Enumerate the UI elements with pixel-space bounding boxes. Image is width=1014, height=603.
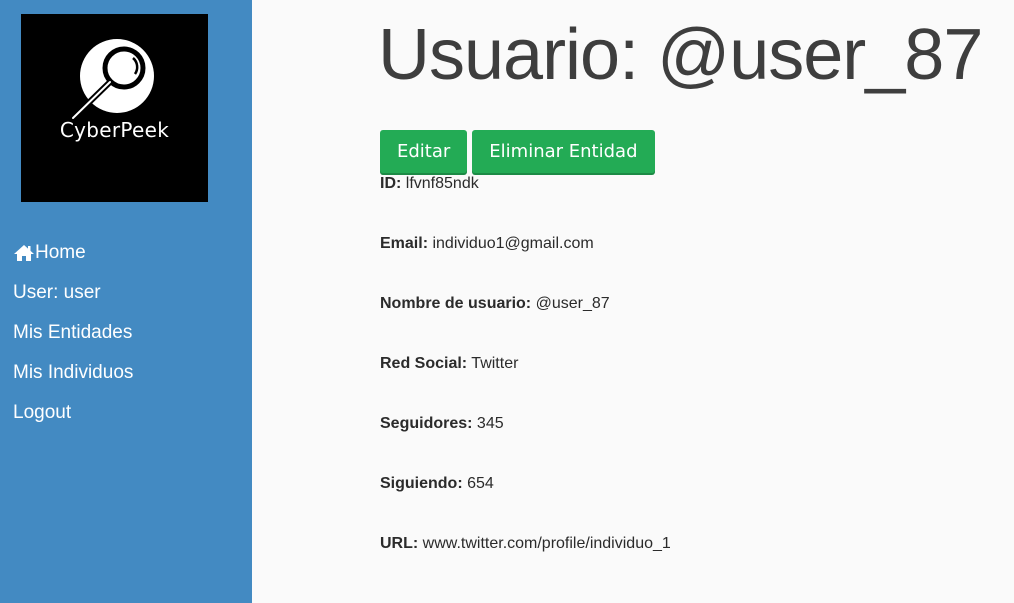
sidebar-nav: Home User: user Mis Entidades Mis Indivi…	[13, 238, 133, 438]
logo-text: CyberPeek	[59, 118, 170, 142]
field-label: Email:	[380, 235, 429, 252]
magnifier-icon	[70, 39, 154, 121]
sidebar-item-individuos[interactable]: Mis Individuos	[13, 358, 133, 398]
field-value: 654	[467, 475, 494, 492]
field-email: Email: individuo1@gmail.com	[380, 235, 671, 295]
logo[interactable]: CyberPeek	[21, 14, 208, 202]
field-value: Twitter	[471, 355, 519, 372]
sidebar-item-entidades[interactable]: Mis Entidades	[13, 318, 133, 358]
sidebar-item-home[interactable]: Home	[13, 238, 133, 278]
delete-entity-button[interactable]: Eliminar Entidad	[472, 130, 655, 173]
field-label: Red Social:	[380, 355, 468, 372]
field-following: Siguiendo: 654	[380, 475, 671, 535]
action-bar: Editar Eliminar Entidad	[380, 130, 655, 173]
field-social-network: Red Social: Twitter	[380, 355, 671, 415]
home-label: Home	[35, 242, 86, 263]
detail-fields: ID: lfvnf85ndk Email: individuo1@gmail.c…	[380, 175, 671, 595]
field-label: ID:	[380, 175, 402, 192]
field-value: www.twitter.com/profile/individuo_1	[422, 535, 671, 552]
sidebar: CyberPeek Home User: user Mis Entidades	[0, 0, 252, 603]
home-link[interactable]: Home	[13, 238, 86, 268]
field-label: Nombre de usuario:	[380, 295, 532, 312]
sidebar-item-user[interactable]: User: user	[13, 278, 133, 318]
field-label: Siguiendo:	[380, 475, 463, 492]
field-value: lfvnf85ndk	[405, 175, 479, 192]
home-icon	[14, 245, 34, 261]
field-url: URL: www.twitter.com/profile/individuo_1	[380, 535, 671, 595]
field-value: individuo1@gmail.com	[432, 235, 594, 252]
entidades-link[interactable]: Mis Entidades	[13, 318, 132, 348]
field-label: Seguidores:	[380, 415, 473, 432]
field-value: 345	[476, 415, 504, 432]
page-title: Usuario: @user_87	[378, 15, 983, 95]
sidebar-item-logout[interactable]: Logout	[13, 398, 133, 438]
app: CyberPeek Home User: user Mis Entidades	[0, 0, 1014, 603]
field-label: URL:	[380, 535, 419, 552]
user-link[interactable]: User: user	[13, 278, 101, 308]
logout-link[interactable]: Logout	[13, 398, 71, 428]
field-followers: Seguidores: 345	[380, 415, 671, 475]
field-id: ID: lfvnf85ndk	[380, 175, 671, 235]
edit-button[interactable]: Editar	[380, 130, 468, 173]
field-username: Nombre de usuario: @user_87	[380, 295, 671, 355]
field-value: @user_87	[535, 295, 610, 312]
individuos-link[interactable]: Mis Individuos	[13, 358, 133, 388]
